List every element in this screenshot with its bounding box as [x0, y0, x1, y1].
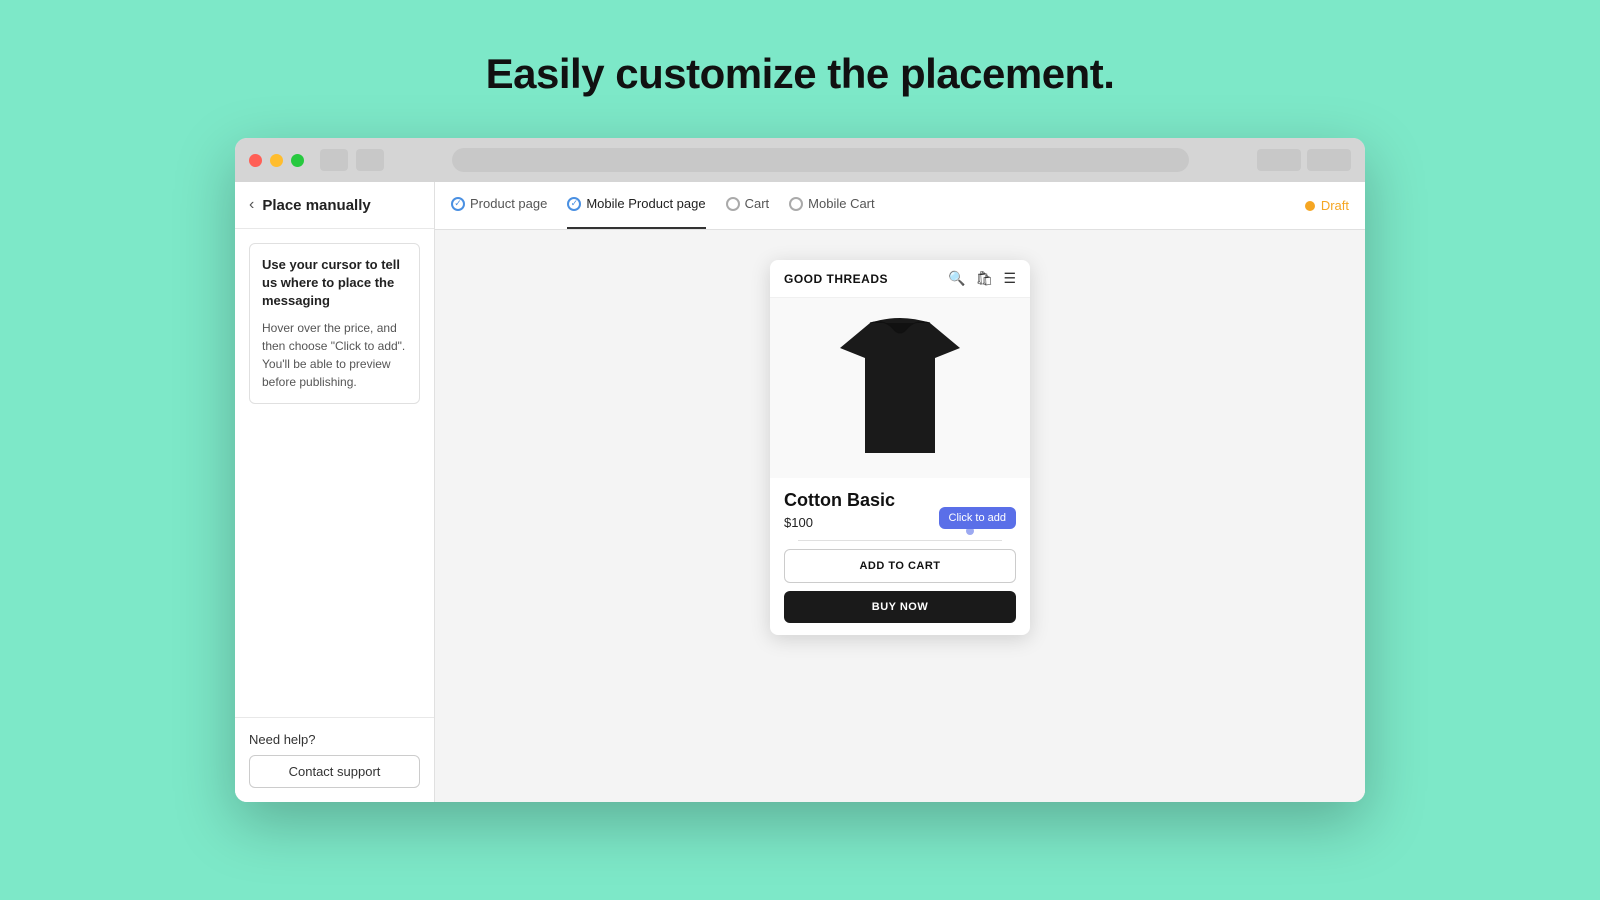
- back-arrow-icon[interactable]: ‹: [249, 196, 254, 214]
- tab-cart[interactable]: Cart: [726, 182, 770, 229]
- sidebar: ‹ Place manually Use your cursor to tell…: [235, 182, 435, 802]
- add-to-cart-button[interactable]: ADD TO CART: [784, 549, 1016, 583]
- mobile-icons: 🔍 🛍 ☰: [948, 270, 1016, 287]
- product-image-area: [770, 298, 1030, 478]
- title-bar: [235, 138, 1365, 182]
- sidebar-info-title: Use your cursor to tell us where to plac…: [262, 256, 407, 311]
- tab-check-cart: [726, 197, 740, 211]
- price-row: $100 Click to add: [784, 515, 1016, 530]
- page-heading: Easily customize the placement.: [486, 50, 1115, 98]
- draft-label: Draft: [1321, 198, 1349, 213]
- nav-forward-button: [356, 149, 384, 171]
- menu-icon[interactable]: ☰: [1003, 270, 1016, 287]
- traffic-light-yellow[interactable]: [270, 154, 283, 167]
- search-icon[interactable]: 🔍: [948, 270, 965, 287]
- product-image-tshirt: [840, 313, 960, 463]
- cursor-dot: [966, 527, 974, 535]
- need-help-label: Need help?: [249, 732, 420, 747]
- toolbar-btn-2: [1307, 149, 1351, 171]
- contact-support-button[interactable]: Contact support: [249, 755, 420, 788]
- address-bar[interactable]: [452, 148, 1189, 172]
- tab-mobile-product-page[interactable]: ✓ Mobile Product page: [567, 182, 705, 229]
- mac-window: ‹ Place manually Use your cursor to tell…: [235, 138, 1365, 802]
- browser-content: ‹ Place manually Use your cursor to tell…: [235, 182, 1365, 802]
- title-bar-right: [1257, 149, 1351, 171]
- product-price: $100: [784, 515, 813, 530]
- buy-now-button[interactable]: BUY NOW: [784, 591, 1016, 623]
- sidebar-info-box: Use your cursor to tell us where to plac…: [249, 243, 420, 404]
- traffic-light-green[interactable]: [291, 154, 304, 167]
- tab-check-mobile-cart: [789, 197, 803, 211]
- draft-dot-icon: [1305, 201, 1315, 211]
- nav-back-button: [320, 149, 348, 171]
- main-area: ✓ Product page ✓ Mobile Product page Car…: [435, 182, 1365, 802]
- tab-cart-label: Cart: [745, 196, 770, 211]
- store-name: GOOD THREADS: [784, 272, 888, 286]
- tab-check-mobile-product-page: ✓: [567, 197, 581, 211]
- tabs-bar-right: Draft: [1305, 198, 1349, 213]
- traffic-light-red[interactable]: [249, 154, 262, 167]
- mobile-mockup: GOOD THREADS 🔍 🛍 ☰: [770, 260, 1030, 635]
- content-area: GOOD THREADS 🔍 🛍 ☰: [435, 230, 1365, 802]
- tabs-bar: ✓ Product page ✓ Mobile Product page Car…: [435, 182, 1365, 230]
- divider-line: [798, 540, 1002, 541]
- tab-mobile-cart[interactable]: Mobile Cart: [789, 182, 874, 229]
- cart-icon[interactable]: 🛍: [976, 270, 994, 287]
- tab-mobile-product-page-label: Mobile Product page: [586, 196, 705, 211]
- tab-mobile-cart-label: Mobile Cart: [808, 196, 874, 211]
- sidebar-title: Place manually: [262, 197, 370, 214]
- toolbar-btn-1: [1257, 149, 1301, 171]
- tab-check-product-page: ✓: [451, 197, 465, 211]
- click-to-add-badge[interactable]: Click to add: [939, 507, 1016, 529]
- mobile-header: GOOD THREADS 🔍 🛍 ☰: [770, 260, 1030, 298]
- sidebar-footer: Need help? Contact support: [235, 717, 434, 802]
- sidebar-info-desc: Hover over the price, and then choose "C…: [262, 319, 407, 391]
- tab-product-page-label: Product page: [470, 196, 547, 211]
- product-info: Cotton Basic $100 Click to add ADD TO CA…: [770, 478, 1030, 635]
- tab-product-page[interactable]: ✓ Product page: [451, 182, 547, 229]
- sidebar-header: ‹ Place manually: [235, 182, 434, 229]
